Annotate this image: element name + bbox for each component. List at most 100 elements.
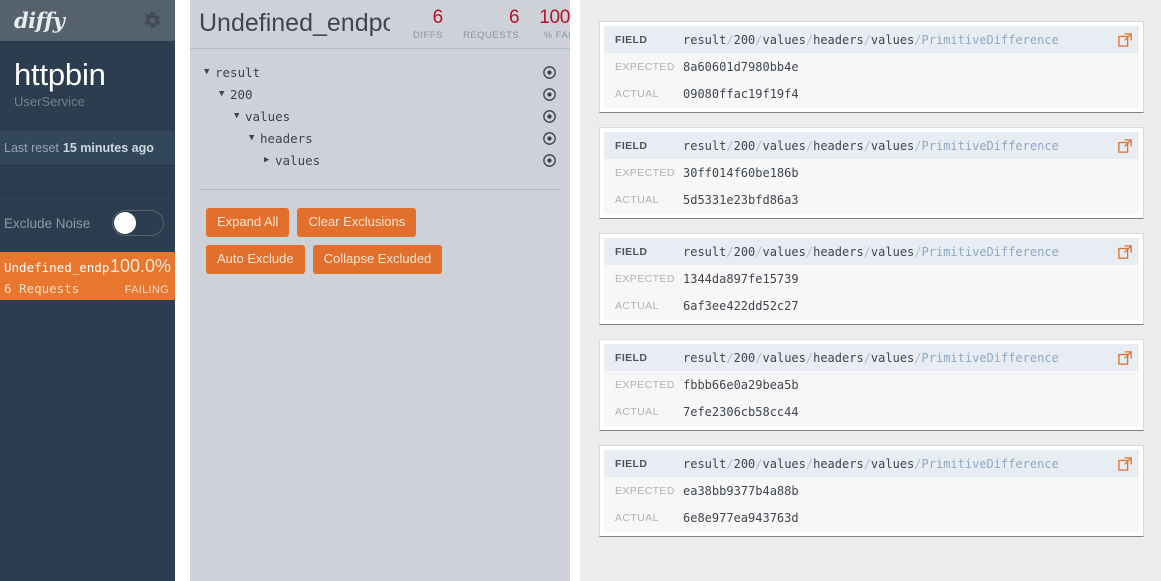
metric-requests: 6 REQUESTS — [443, 7, 520, 42]
target-icon[interactable] — [543, 65, 556, 79]
exclude-noise-toggle[interactable] — [112, 210, 164, 236]
diff-expected-label: EXPECTED — [615, 272, 675, 285]
target-icon[interactable] — [543, 87, 556, 101]
diff-field-path: result/200/values/headers/values/ — [683, 32, 922, 47]
diff-field-label: FIELD — [615, 245, 648, 258]
diff-field-value: result/200/values/headers/values/Primiti… — [683, 457, 1118, 471]
tree-node-200[interactable]: ▼ 200 — [190, 83, 570, 105]
tree-node-headers[interactable]: ▼ headers — [190, 127, 570, 149]
tree-node-result[interactable]: ▼ result — [190, 61, 570, 83]
gear-icon[interactable] — [143, 11, 162, 30]
expand-all-button[interactable]: Expand All — [206, 208, 290, 237]
sidebar-divider — [0, 165, 175, 194]
diff-actual-label: ACTUAL — [615, 300, 659, 312]
external-link-icon[interactable] — [1118, 350, 1132, 365]
diff-field-path: result/200/values/headers/values/ — [683, 456, 922, 471]
last-reset-label: Last reset — [4, 140, 59, 155]
collapse-excluded-button[interactable]: Collapse Excluded — [312, 245, 443, 274]
diff-actual-value: 09080ffac19f19f4 — [683, 87, 799, 101]
external-link-icon[interactable] — [1118, 138, 1132, 153]
chevron-down-icon[interactable]: ▼ — [219, 89, 230, 99]
diff-expected-value: fbbb66e0a29bea5b — [683, 377, 799, 392]
service-subtitle: UserService — [14, 94, 85, 109]
endpoint-status-badge: FAILING — [124, 284, 169, 296]
diff-field-type: PrimitiveDifference — [921, 32, 1059, 47]
diffy-logo: diffy — [14, 8, 65, 33]
chevron-down-icon[interactable]: ▼ — [204, 67, 215, 77]
external-link-icon[interactable] — [1118, 32, 1132, 47]
diff-expected-label: EXPECTED — [615, 166, 675, 179]
diff-expected-label: EXPECTED — [615, 378, 675, 391]
target-icon[interactable] — [543, 153, 556, 167]
sidebar-item-undefined-endpoint[interactable]: Undefined_endpoint 100.0% 6 Requests FAI… — [0, 252, 175, 300]
diff-field-row: FIELD result/200/values/headers/values/P… — [604, 450, 1139, 477]
chevron-down-icon[interactable]: ▼ — [234, 111, 245, 121]
diff-actual-value: 5d5331e23bfd86a3 — [683, 193, 799, 207]
metrics-group: 6 DIFFS 6 REQUESTS 100.00 % FAILING — [390, 7, 570, 42]
diff-field-label: FIELD — [615, 351, 648, 364]
diff-list-panel[interactable]: FIELD result/200/values/headers/values/P… — [580, 0, 1161, 581]
tree-node-values[interactable]: ▼ values — [190, 105, 570, 127]
diff-field-row: FIELD result/200/values/headers/values/P… — [604, 344, 1139, 371]
auto-exclude-button[interactable]: Auto Exclude — [206, 245, 305, 274]
diff-expected-label: EXPECTED — [615, 60, 675, 73]
exclude-noise-row: Exclude Noise — [0, 194, 175, 252]
chevron-down-icon[interactable]: ▼ — [249, 133, 260, 143]
metric-failing: 100.00 % FAILING — [519, 7, 570, 42]
metric-diffs-label: DIFFS — [413, 30, 443, 41]
diff-actual-value: 6af3ee422dd52c27 — [683, 299, 799, 313]
diff-field-value: result/200/values/headers/values/Primiti… — [683, 245, 1118, 259]
diff-card: FIELD result/200/values/headers/values/P… — [599, 127, 1144, 219]
diff-actual-row: ACTUAL 6e8e977ea943763d — [604, 504, 1139, 532]
external-link-icon[interactable] — [1118, 244, 1132, 259]
tree-node-label: values — [245, 108, 291, 124]
endpoint-header: Undefined_endpoi 6 DIFFS 6 REQUESTS 100.… — [190, 0, 570, 49]
diff-expected-row: EXPECTED 1344da897fe15739 — [604, 265, 1139, 292]
endpoint-requests: 6 Requests — [4, 281, 80, 296]
diff-field-value: result/200/values/headers/values/Primiti… — [683, 139, 1118, 153]
tree-node-label: headers — [260, 130, 313, 146]
chevron-right-icon[interactable]: ▶ — [264, 155, 275, 165]
diff-field-value: result/200/values/headers/values/Primiti… — [683, 351, 1118, 365]
diff-expected-row: EXPECTED ea38bb9377b4a88b — [604, 477, 1139, 504]
diff-field-path: result/200/values/headers/values/ — [683, 350, 922, 365]
tree-node-values-leaf[interactable]: ▶ values — [190, 149, 570, 171]
endpoint-percent: 100.0% — [109, 256, 171, 276]
diff-expected-value: 8a60601d7980bb4e — [683, 59, 799, 74]
metric-requests-value: 6 — [508, 7, 520, 28]
diff-expected-row: EXPECTED 8a60601d7980bb4e — [604, 53, 1139, 80]
diff-actual-row: ACTUAL 6af3ee422dd52c27 — [604, 292, 1139, 320]
diff-cards: FIELD result/200/values/headers/values/P… — [580, 0, 1161, 537]
diff-actual-label: ACTUAL — [615, 512, 659, 524]
diff-expected-label: EXPECTED — [615, 484, 675, 497]
diff-field-value: result/200/values/headers/values/Primiti… — [683, 33, 1118, 47]
diff-field-row: FIELD result/200/values/headers/values/P… — [604, 26, 1139, 53]
diff-field-type: PrimitiveDifference — [921, 138, 1059, 153]
diff-field-path: result/200/values/headers/values/ — [683, 138, 922, 153]
metric-diffs: 6 DIFFS — [393, 8, 443, 42]
clear-exclusions-button[interactable]: Clear Exclusions — [297, 208, 417, 237]
tree-panel: Undefined_endpoi 6 DIFFS 6 REQUESTS 100.… — [190, 0, 570, 581]
metric-failing-label: % FAILING — [543, 30, 570, 41]
diff-actual-label: ACTUAL — [615, 406, 659, 418]
endpoint-name: Undefined_endpoint — [4, 260, 110, 275]
target-icon[interactable] — [543, 109, 556, 123]
target-icon[interactable] — [543, 131, 556, 145]
diff-actual-row: ACTUAL 7efe2306cb58cc44 — [604, 398, 1139, 426]
diff-actual-row: ACTUAL 09080ffac19f19f4 — [604, 80, 1139, 108]
page-title: Undefined_endpoi — [199, 9, 390, 37]
service-name: httpbin — [14, 57, 106, 92]
diff-field-row: FIELD result/200/values/headers/values/P… — [604, 238, 1139, 265]
external-link-icon[interactable] — [1118, 456, 1132, 471]
tree-node-label: result — [215, 64, 261, 80]
metric-failing-value: 100.00 — [539, 7, 570, 28]
diff-field-label: FIELD — [615, 33, 648, 46]
diff-card: FIELD result/200/values/headers/values/P… — [599, 233, 1144, 325]
diff-expected-row: EXPECTED fbbb66e0a29bea5b — [604, 371, 1139, 398]
diff-field-type: PrimitiveDifference — [921, 350, 1059, 365]
service-header: httpbin UserService — [0, 41, 175, 129]
tree-node-label: 200 — [230, 86, 253, 102]
tree-actions: Expand All Clear Exclusions Auto Exclude… — [190, 190, 490, 274]
diff-expected-value: 30ff014f60be186b — [683, 165, 799, 180]
diff-actual-label: ACTUAL — [615, 194, 659, 206]
